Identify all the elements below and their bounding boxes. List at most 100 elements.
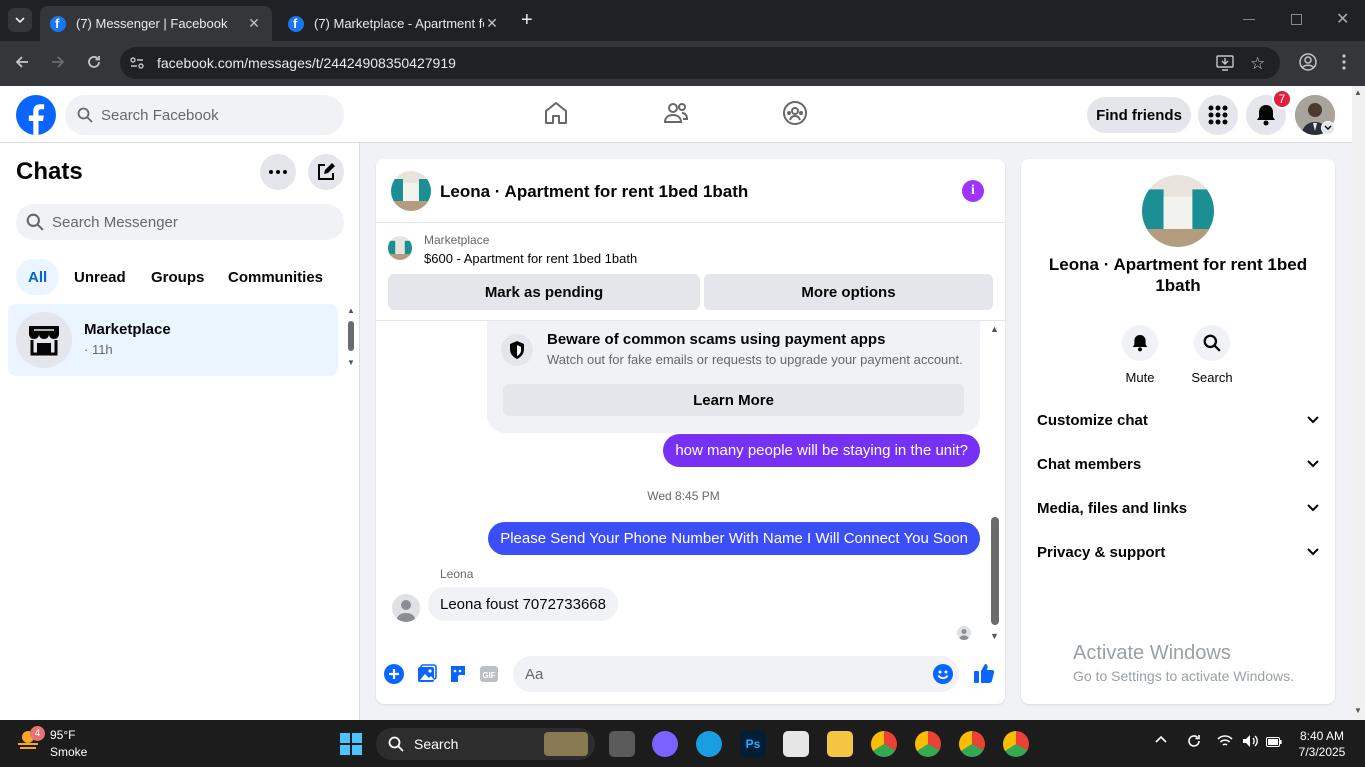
row-label: Customize chat xyxy=(1037,411,1148,429)
search-icon xyxy=(1194,325,1230,361)
sticker-icon[interactable] xyxy=(448,664,468,684)
install-app-icon[interactable] xyxy=(1216,55,1234,71)
minimize-icon[interactable] xyxy=(1243,19,1255,20)
tab-messenger[interactable]: (7) Messenger | Facebook ✕ xyxy=(40,6,272,41)
battery-icon[interactable] xyxy=(1266,737,1282,747)
details-name: Leona · Apartment for rent 1bed 1bath xyxy=(1048,255,1308,295)
forward-icon[interactable] xyxy=(50,54,66,70)
tray-chevron-up-icon[interactable] xyxy=(1155,735,1167,743)
sync-icon[interactable] xyxy=(1186,733,1202,749)
mark-as-pending-button[interactable]: Mark as pending xyxy=(388,274,700,310)
filter-communities[interactable]: Communities xyxy=(216,259,335,295)
browser-menu-icon[interactable] xyxy=(1342,53,1346,71)
listing-title[interactable]: $600 - Apartment for rent 1bed 1bath xyxy=(424,251,637,266)
chat-list-scrollbar[interactable]: ▲ ▼ xyxy=(346,306,356,368)
new-message-button[interactable] xyxy=(308,154,344,190)
plus-icon[interactable] xyxy=(384,664,404,684)
clock-date[interactable]: 7/3/2025 xyxy=(1292,745,1352,759)
page-scrollbar[interactable]: ▲ ▼ xyxy=(1352,86,1365,720)
watermark-subtitle: Go to Settings to activate Windows. xyxy=(1073,668,1294,684)
tab-marketplace[interactable]: (7) Marketplace - Apartment for ✕ xyxy=(278,6,510,41)
chrome-profile-2-icon[interactable] xyxy=(915,731,941,757)
details-avatar[interactable] xyxy=(1142,175,1214,247)
customize-chat-row[interactable]: Customize chat xyxy=(1037,398,1319,442)
snipping-tool-icon[interactable] xyxy=(783,731,809,757)
media-files-links-row[interactable]: Media, files and links xyxy=(1037,486,1319,530)
mute-button[interactable]: Mute xyxy=(1110,325,1170,385)
gif-icon[interactable]: GIF xyxy=(479,664,499,684)
close-tab-icon[interactable]: ✕ xyxy=(484,15,500,32)
listing-thumbnail[interactable] xyxy=(388,236,412,260)
url-text: facebook.com/messages/t/2442490835042791… xyxy=(157,55,456,71)
find-friends-button[interactable]: Find friends xyxy=(1087,97,1191,133)
facebook-favicon-icon xyxy=(50,15,66,32)
address-bar[interactable]: facebook.com/messages/t/2442490835042791… xyxy=(120,47,1280,79)
outgoing-message[interactable]: how many people will be staying in the u… xyxy=(663,434,980,467)
info-icon[interactable]: i xyxy=(962,180,984,202)
outgoing-message[interactable]: Please Send Your Phone Number With Name … xyxy=(488,522,980,555)
copilot-icon[interactable] xyxy=(652,731,678,757)
more-options-button[interactable]: More options xyxy=(704,274,993,310)
thumbs-up-icon[interactable] xyxy=(973,662,995,684)
bell-icon xyxy=(1122,325,1158,361)
sender-avatar[interactable] xyxy=(392,594,420,622)
row-label: Chat members xyxy=(1037,455,1142,473)
scam-warning-card: Beware of common scams using payment app… xyxy=(487,321,980,433)
chat-list-item[interactable]: Marketplace · 11h xyxy=(8,304,338,376)
conversation-avatar[interactable] xyxy=(391,171,431,211)
emoji-icon[interactable] xyxy=(933,664,953,684)
photoshop-icon[interactable]: Ps xyxy=(740,731,766,757)
home-icon[interactable] xyxy=(543,100,569,126)
chats-sidebar: Chats Search Messenger All Unread Groups… xyxy=(0,143,360,720)
facebook-search-input[interactable]: Search Facebook xyxy=(65,95,344,135)
tab-search-dropdown-icon[interactable] xyxy=(8,8,32,32)
search-conversation-button[interactable]: Search xyxy=(1182,325,1242,385)
back-icon[interactable] xyxy=(14,54,30,70)
chevron-down-icon xyxy=(1307,460,1319,468)
new-tab-icon[interactable]: + xyxy=(521,9,533,32)
menu-grid-button[interactable] xyxy=(1198,95,1238,135)
clock-time[interactable]: 8:40 AM xyxy=(1292,729,1352,743)
tab-title: (7) Messenger | Facebook xyxy=(76,16,228,31)
privacy-support-row[interactable]: Privacy & support xyxy=(1037,530,1319,574)
chats-options-button[interactable] xyxy=(260,154,296,190)
message-input[interactable]: Aa xyxy=(513,656,959,692)
search-highlight-icon xyxy=(544,732,588,756)
weather-temp: 95°F xyxy=(50,728,76,742)
learn-more-button[interactable]: Learn More xyxy=(503,384,964,416)
chrome-icon[interactable] xyxy=(871,731,897,757)
close-tab-icon[interactable]: ✕ xyxy=(246,15,262,32)
profile-icon[interactable] xyxy=(1299,53,1317,71)
notification-badge: 7 xyxy=(1272,89,1292,109)
wifi-icon[interactable] xyxy=(1217,734,1233,748)
filter-all[interactable]: All xyxy=(16,259,60,295)
conversation-title[interactable]: Leona · Apartment for rent 1bed 1bath xyxy=(440,182,748,202)
close-window-icon[interactable]: ✕ xyxy=(1336,9,1349,29)
groups-icon[interactable] xyxy=(782,100,808,126)
chrome-profile-3-icon[interactable] xyxy=(959,731,985,757)
site-info-icon[interactable] xyxy=(129,55,145,71)
filter-unread[interactable]: Unread xyxy=(62,259,138,295)
chat-members-row[interactable]: Chat members xyxy=(1037,442,1319,486)
chats-title: Chats xyxy=(16,158,83,185)
file-explorer-icon[interactable] xyxy=(827,731,853,757)
maximize-icon[interactable] xyxy=(1291,14,1302,25)
edge-icon[interactable] xyxy=(696,731,722,757)
incoming-message[interactable]: Leona foust 7072733668 xyxy=(428,587,618,621)
chat-name: Marketplace xyxy=(84,321,171,338)
taskbar-search[interactable]: Search xyxy=(376,728,595,760)
thread-scrollbar[interactable]: ▲ ▼ xyxy=(990,324,1000,646)
account-chevron-icon[interactable] xyxy=(1321,121,1335,135)
bookmark-star-icon[interactable]: ☆ xyxy=(1250,54,1265,74)
chrome-profile-4-icon[interactable] xyxy=(1003,731,1029,757)
photo-icon[interactable] xyxy=(417,664,437,684)
task-view-icon[interactable] xyxy=(609,731,635,757)
conversation-header: Leona · Apartment for rent 1bed 1bath i xyxy=(376,159,1005,223)
windows-start-icon[interactable] xyxy=(340,733,362,755)
volume-icon[interactable] xyxy=(1242,734,1258,748)
reload-icon[interactable] xyxy=(86,54,102,70)
facebook-logo-icon[interactable] xyxy=(16,95,56,135)
messenger-search-input[interactable]: Search Messenger xyxy=(16,204,344,240)
filter-groups[interactable]: Groups xyxy=(139,259,216,295)
friends-icon[interactable] xyxy=(663,100,689,126)
